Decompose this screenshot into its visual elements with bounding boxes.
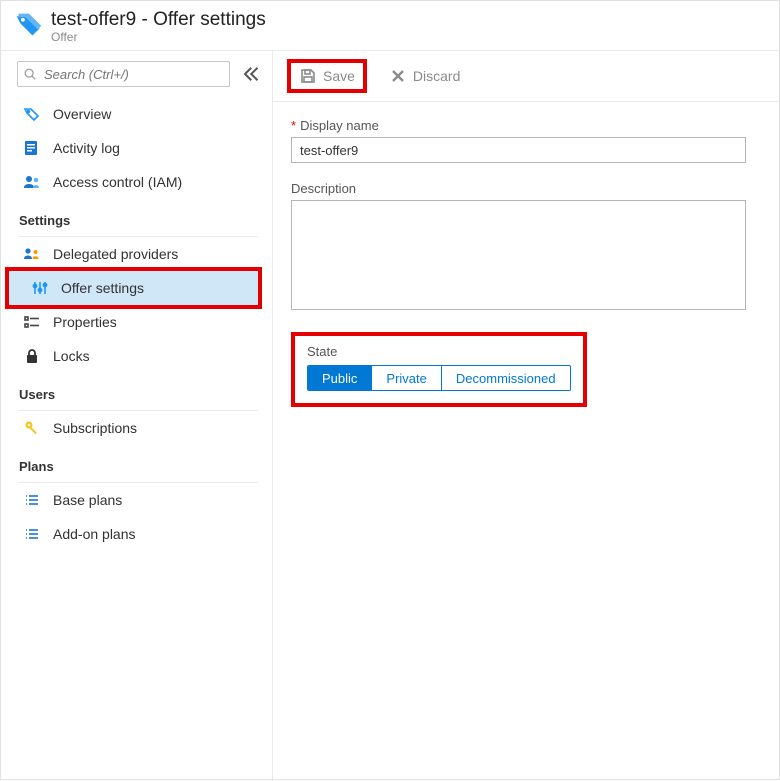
search-icon: [23, 67, 37, 81]
sliders-icon: [31, 279, 49, 297]
save-label: Save: [323, 68, 355, 84]
discard-button[interactable]: Discard: [381, 63, 468, 89]
state-group-highlight: State Public Private Decommissioned: [291, 332, 587, 407]
list-icon: [23, 525, 41, 543]
lock-icon: [23, 347, 41, 365]
sidebar-item-label: Access control (IAM): [53, 174, 182, 190]
properties-icon: [23, 313, 41, 331]
list-icon: [23, 491, 41, 509]
required-indicator: *: [291, 118, 296, 133]
save-icon: [299, 67, 317, 85]
state-option-public[interactable]: Public: [308, 366, 372, 390]
sidebar-item-label: Locks: [53, 348, 90, 364]
display-name-label: * Display name: [291, 118, 779, 133]
sidebar-item-delegated-providers[interactable]: Delegated providers: [1, 237, 272, 271]
sidebar-item-activity-log[interactable]: Activity log: [1, 131, 272, 165]
sidebar-item-offer-settings[interactable]: Offer settings: [9, 271, 258, 305]
content-pane: Save Discard * Display name Description: [273, 51, 779, 781]
providers-icon: [23, 245, 41, 263]
sidebar-item-label: Add-on plans: [53, 526, 136, 542]
sidebar-item-base-plans[interactable]: Base plans: [1, 483, 272, 517]
sidebar-item-overview[interactable]: Overview: [1, 97, 272, 131]
sidebar-section-plans: Plans: [1, 445, 272, 478]
state-option-decommissioned[interactable]: Decommissioned: [442, 366, 570, 390]
page-header: test-offer9 - Offer settings Offer: [1, 1, 779, 51]
search-input[interactable]: [17, 61, 230, 87]
toolbar: Save Discard: [273, 51, 779, 102]
state-option-private[interactable]: Private: [372, 366, 441, 390]
sidebar-item-label: Subscriptions: [53, 420, 137, 436]
save-button[interactable]: Save: [291, 63, 363, 89]
sidebar-item-label: Activity log: [53, 140, 120, 156]
tag-outline-icon: [23, 105, 41, 123]
discard-label: Discard: [413, 68, 460, 84]
key-icon: [23, 419, 41, 437]
offer-tag-icon: [15, 11, 43, 39]
description-input[interactable]: [291, 200, 746, 310]
sidebar-item-addon-plans[interactable]: Add-on plans: [1, 517, 272, 551]
sidebar-item-properties[interactable]: Properties: [1, 305, 272, 339]
sidebar: Overview Activity log: [1, 51, 273, 781]
people-icon: [23, 173, 41, 191]
activity-log-icon: [23, 139, 41, 157]
display-name-input[interactable]: [291, 137, 746, 163]
page-title: test-offer9 - Offer settings: [51, 9, 266, 31]
sidebar-item-label: Base plans: [53, 492, 122, 508]
sidebar-item-subscriptions[interactable]: Subscriptions: [1, 411, 272, 445]
sidebar-item-label: Properties: [53, 314, 117, 330]
sidebar-item-label: Overview: [53, 106, 111, 122]
sidebar-item-label: Delegated providers: [53, 246, 178, 262]
sidebar-item-label: Offer settings: [61, 280, 144, 296]
collapse-sidebar-icon[interactable]: [240, 64, 260, 84]
state-toggle: Public Private Decommissioned: [307, 365, 571, 391]
state-label: State: [307, 344, 571, 359]
sidebar-section-users: Users: [1, 373, 272, 406]
sidebar-item-access-control[interactable]: Access control (IAM): [1, 165, 272, 199]
sidebar-item-locks[interactable]: Locks: [1, 339, 272, 373]
page-subtitle: Offer: [51, 30, 266, 44]
sidebar-section-settings: Settings: [1, 199, 272, 232]
close-icon: [389, 67, 407, 85]
description-label: Description: [291, 181, 779, 196]
